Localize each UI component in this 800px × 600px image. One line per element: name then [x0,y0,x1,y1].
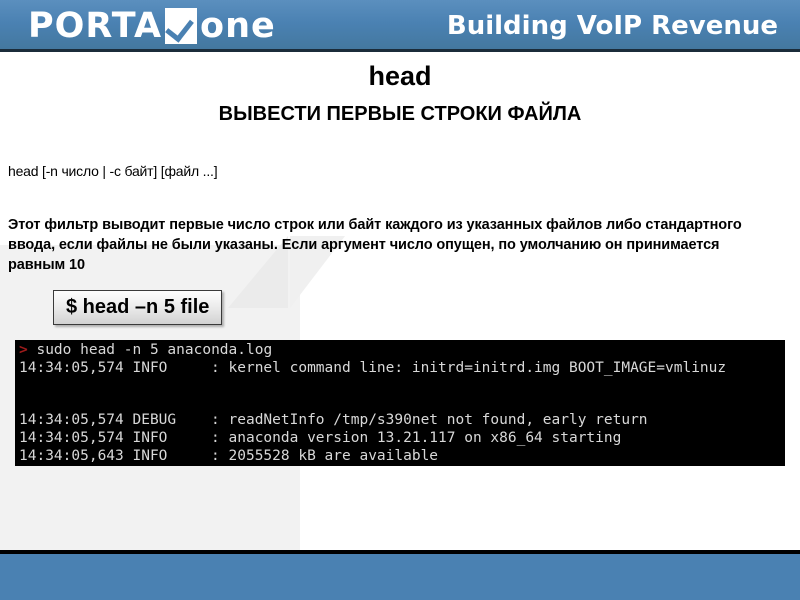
page-subtitle: ВЫВЕСТИ ПЕРВЫЕ СТРОКИ ФАЙЛА [218,103,582,125]
description-paragraph: Этот фильтр выводит первые число строк и… [8,217,742,273]
terminal-output-window: > sudo head -n 5 anaconda.log 14:34:05,5… [15,340,785,466]
brand-header: PORTA one Building VoIP Revenue [0,0,800,52]
terminal-command-text: sudo head -n 5 anaconda.log [36,342,273,358]
logo-word-one: one [200,5,276,46]
footer-bar [0,554,800,600]
slide-canvas: PORTA one Building VoIP Revenue head ВЫВ… [0,0,800,600]
command-example-chip: $ head –n 5 file [53,290,223,325]
command-syntax-line: head [-n число | -c байт] [файл ...] [8,163,218,179]
terminal-line: 14:34:05,643 INFO : 2055528 kB are avail… [19,447,439,464]
terminal-line: 14:34:05,574 INFO : anaconda version 13.… [19,429,622,446]
prompt-icon: > [19,342,37,358]
check-square-icon [165,8,198,44]
page-title: head [368,61,432,91]
logo-word-porta: PORTA [28,5,163,46]
terminal-line: 14:34:05,574 DEBUG : readNetInfo /tmp/s3… [19,412,648,429]
porta-one-logo: PORTA one [28,6,276,46]
header-tagline: Building VoIP Revenue [446,11,778,41]
terminal-line: 14:34:05,574 INFO : kernel command line:… [19,359,727,376]
terminal-command-line: > sudo head -n 5 anaconda.log [19,342,785,360]
